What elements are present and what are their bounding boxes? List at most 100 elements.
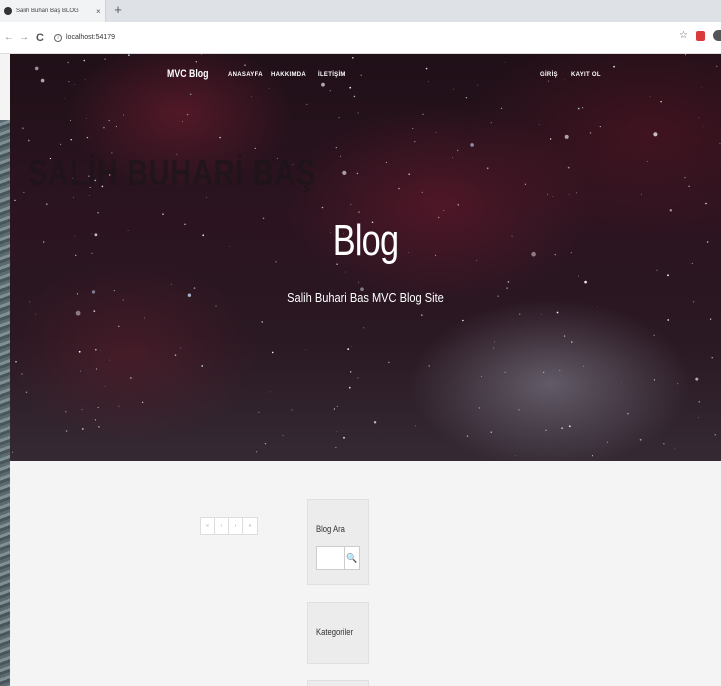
star-dot bbox=[189, 93, 192, 96]
star-dot bbox=[504, 62, 506, 63]
star-dot bbox=[104, 386, 106, 387]
star-dot bbox=[592, 455, 594, 457]
nav-link-anasayfa[interactable]: ANASAYFA bbox=[228, 72, 263, 78]
star-dot bbox=[435, 132, 437, 133]
hero-subtitle: Salih Buhari Bas MVC Blog Site bbox=[287, 290, 444, 305]
star-dot bbox=[350, 346, 352, 347]
star-dot bbox=[65, 430, 68, 432]
star-dot bbox=[677, 383, 679, 385]
star-dot bbox=[466, 435, 469, 437]
site-info-icon[interactable]: i bbox=[54, 33, 62, 42]
bookmark-star-icon[interactable]: ☆ bbox=[679, 30, 688, 41]
profile-avatar-icon[interactable] bbox=[713, 30, 721, 41]
star-dot bbox=[564, 134, 569, 139]
star-dot bbox=[646, 161, 648, 162]
star-dot bbox=[251, 96, 253, 97]
pagination-last-button[interactable]: » bbox=[243, 518, 257, 534]
star-dot bbox=[89, 195, 90, 196]
reload-button[interactable]: C bbox=[34, 32, 46, 44]
star-dot bbox=[98, 426, 100, 428]
nav-link-iletisim[interactable]: İLETİŞİM bbox=[318, 72, 346, 78]
star-dot bbox=[443, 210, 445, 211]
star-dot bbox=[336, 405, 338, 407]
star-dot bbox=[552, 196, 554, 198]
star-dot bbox=[639, 438, 642, 441]
site-brand-link[interactable]: MVC Blog bbox=[167, 68, 209, 80]
star-dot bbox=[340, 155, 341, 157]
star-dot bbox=[358, 211, 360, 213]
blog-search-input[interactable] bbox=[316, 546, 344, 570]
pagination-next-button[interactable]: › bbox=[229, 518, 243, 534]
star-dot bbox=[507, 281, 510, 283]
star-dot bbox=[27, 139, 30, 142]
extension-icon[interactable] bbox=[696, 30, 705, 41]
star-dot bbox=[215, 305, 217, 307]
star-dot bbox=[357, 377, 359, 379]
star-dot bbox=[702, 126, 704, 127]
address-bar[interactable]: i localhost:54179 bbox=[54, 29, 115, 47]
star-dot bbox=[714, 434, 716, 436]
star-dot bbox=[350, 203, 352, 205]
star-dot bbox=[96, 368, 98, 370]
star-dot bbox=[174, 354, 177, 357]
star-dot bbox=[93, 310, 96, 312]
star-dot bbox=[306, 103, 308, 105]
star-dot bbox=[78, 350, 81, 353]
star-dot bbox=[606, 441, 609, 443]
star-dot bbox=[691, 262, 693, 264]
star-dot bbox=[97, 407, 99, 409]
star-dot bbox=[428, 365, 431, 367]
star-dot bbox=[576, 192, 578, 194]
pagination-prev-button[interactable]: ‹ bbox=[215, 518, 229, 534]
star-dot bbox=[344, 271, 346, 273]
star-dot bbox=[170, 283, 172, 285]
star-dot bbox=[688, 185, 690, 187]
search-button[interactable]: 🔍 bbox=[344, 546, 360, 570]
star-dot bbox=[693, 301, 695, 303]
nav-link-kayit-ol[interactable]: KAYIT OL bbox=[571, 72, 601, 78]
nav-link-giris[interactable]: GİRİŞ bbox=[540, 72, 558, 78]
star-dot bbox=[518, 409, 520, 411]
star-dot bbox=[109, 359, 110, 361]
star-dot bbox=[180, 347, 182, 349]
star-dot bbox=[582, 107, 584, 109]
star-dot bbox=[494, 341, 495, 343]
forward-button[interactable]: → bbox=[18, 32, 30, 43]
browser-tab[interactable]: Salih Buhari Baş BLOG × bbox=[0, 0, 106, 22]
star-dot bbox=[422, 113, 424, 115]
new-tab-button[interactable]: + bbox=[111, 2, 125, 18]
star-dot bbox=[559, 369, 561, 371]
star-dot bbox=[103, 126, 105, 129]
star-dot bbox=[462, 319, 464, 322]
star-dot bbox=[457, 149, 459, 152]
star-dot bbox=[333, 408, 335, 410]
star-dot bbox=[201, 54, 202, 56]
star-dot bbox=[561, 427, 563, 430]
star-dot bbox=[335, 447, 337, 449]
star-dot bbox=[490, 431, 493, 434]
star-dot bbox=[519, 313, 521, 315]
star-dot bbox=[70, 119, 71, 121]
star-dot bbox=[543, 371, 545, 373]
star-dot bbox=[104, 58, 106, 60]
star-dot bbox=[584, 280, 587, 284]
back-button[interactable]: ← bbox=[3, 32, 15, 43]
star-dot bbox=[118, 325, 120, 327]
star-dot bbox=[656, 269, 658, 271]
star-dot bbox=[338, 117, 340, 119]
star-dot bbox=[205, 197, 207, 198]
star-dot bbox=[695, 377, 699, 381]
star-dot bbox=[348, 386, 351, 389]
star-dot bbox=[546, 193, 548, 195]
star-dot bbox=[186, 113, 189, 116]
star-dot bbox=[470, 143, 474, 147]
star-dot bbox=[571, 341, 573, 343]
pagination-first-button[interactable]: « bbox=[201, 518, 215, 534]
star-dot bbox=[95, 348, 97, 351]
tab-close-icon[interactable]: × bbox=[96, 7, 101, 16]
star-dot bbox=[12, 451, 14, 453]
nav-link-hakkimda[interactable]: HAKKIMDA bbox=[271, 72, 306, 78]
star-dot bbox=[398, 187, 400, 190]
main-content: « ‹ › » Blog Ara 🔍 Kategoriler bbox=[10, 461, 721, 686]
star-dot bbox=[653, 334, 655, 336]
